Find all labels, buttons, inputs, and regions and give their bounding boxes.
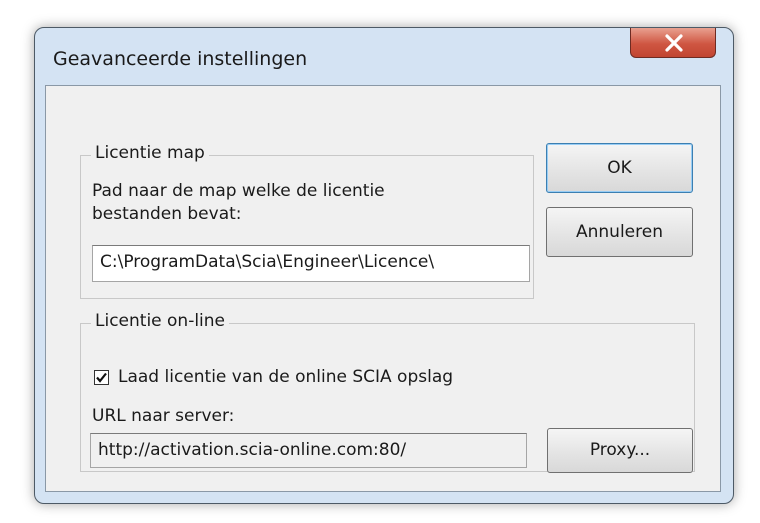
close-icon: [665, 34, 683, 52]
licence-folder-description-line2: bestanden bevat:: [92, 204, 242, 224]
cancel-button[interactable]: Annuleren: [546, 207, 693, 257]
dialog-window: Geavanceerde instellingen Licentie map P…: [34, 27, 734, 504]
dialog-title: Geavanceerde instellingen: [53, 48, 308, 70]
licence-path-input[interactable]: C:\ProgramData\Scia\Engineer\Licence\: [92, 245, 530, 282]
ok-button[interactable]: OK: [546, 143, 693, 193]
licence-folder-group: Licentie map Pad naar de map welke de li…: [80, 143, 534, 299]
title-bar[interactable]: Geavanceerde instellingen: [35, 28, 733, 86]
proxy-button[interactable]: Proxy...: [547, 428, 693, 473]
server-url-label: URL naar server:: [92, 406, 235, 426]
load-online-licence-label[interactable]: Laad licentie van de online SCIA opslag: [118, 366, 453, 389]
dialog-client-area: Licentie map Pad naar de map welke de li…: [45, 85, 721, 492]
close-button[interactable]: [630, 28, 716, 58]
licence-online-group-label: Licentie on-line: [91, 311, 230, 331]
load-online-licence-checkbox[interactable]: [94, 370, 109, 385]
checkmark-icon: [96, 372, 107, 383]
licence-folder-group-label: Licentie map: [91, 143, 209, 163]
licence-online-group: Licentie on-line Laad licentie van de on…: [80, 311, 695, 473]
licence-folder-description-line1: Pad naar de map welke de licentie: [92, 181, 385, 201]
server-url-field: http://activation.scia-online.com:80/: [90, 433, 527, 468]
